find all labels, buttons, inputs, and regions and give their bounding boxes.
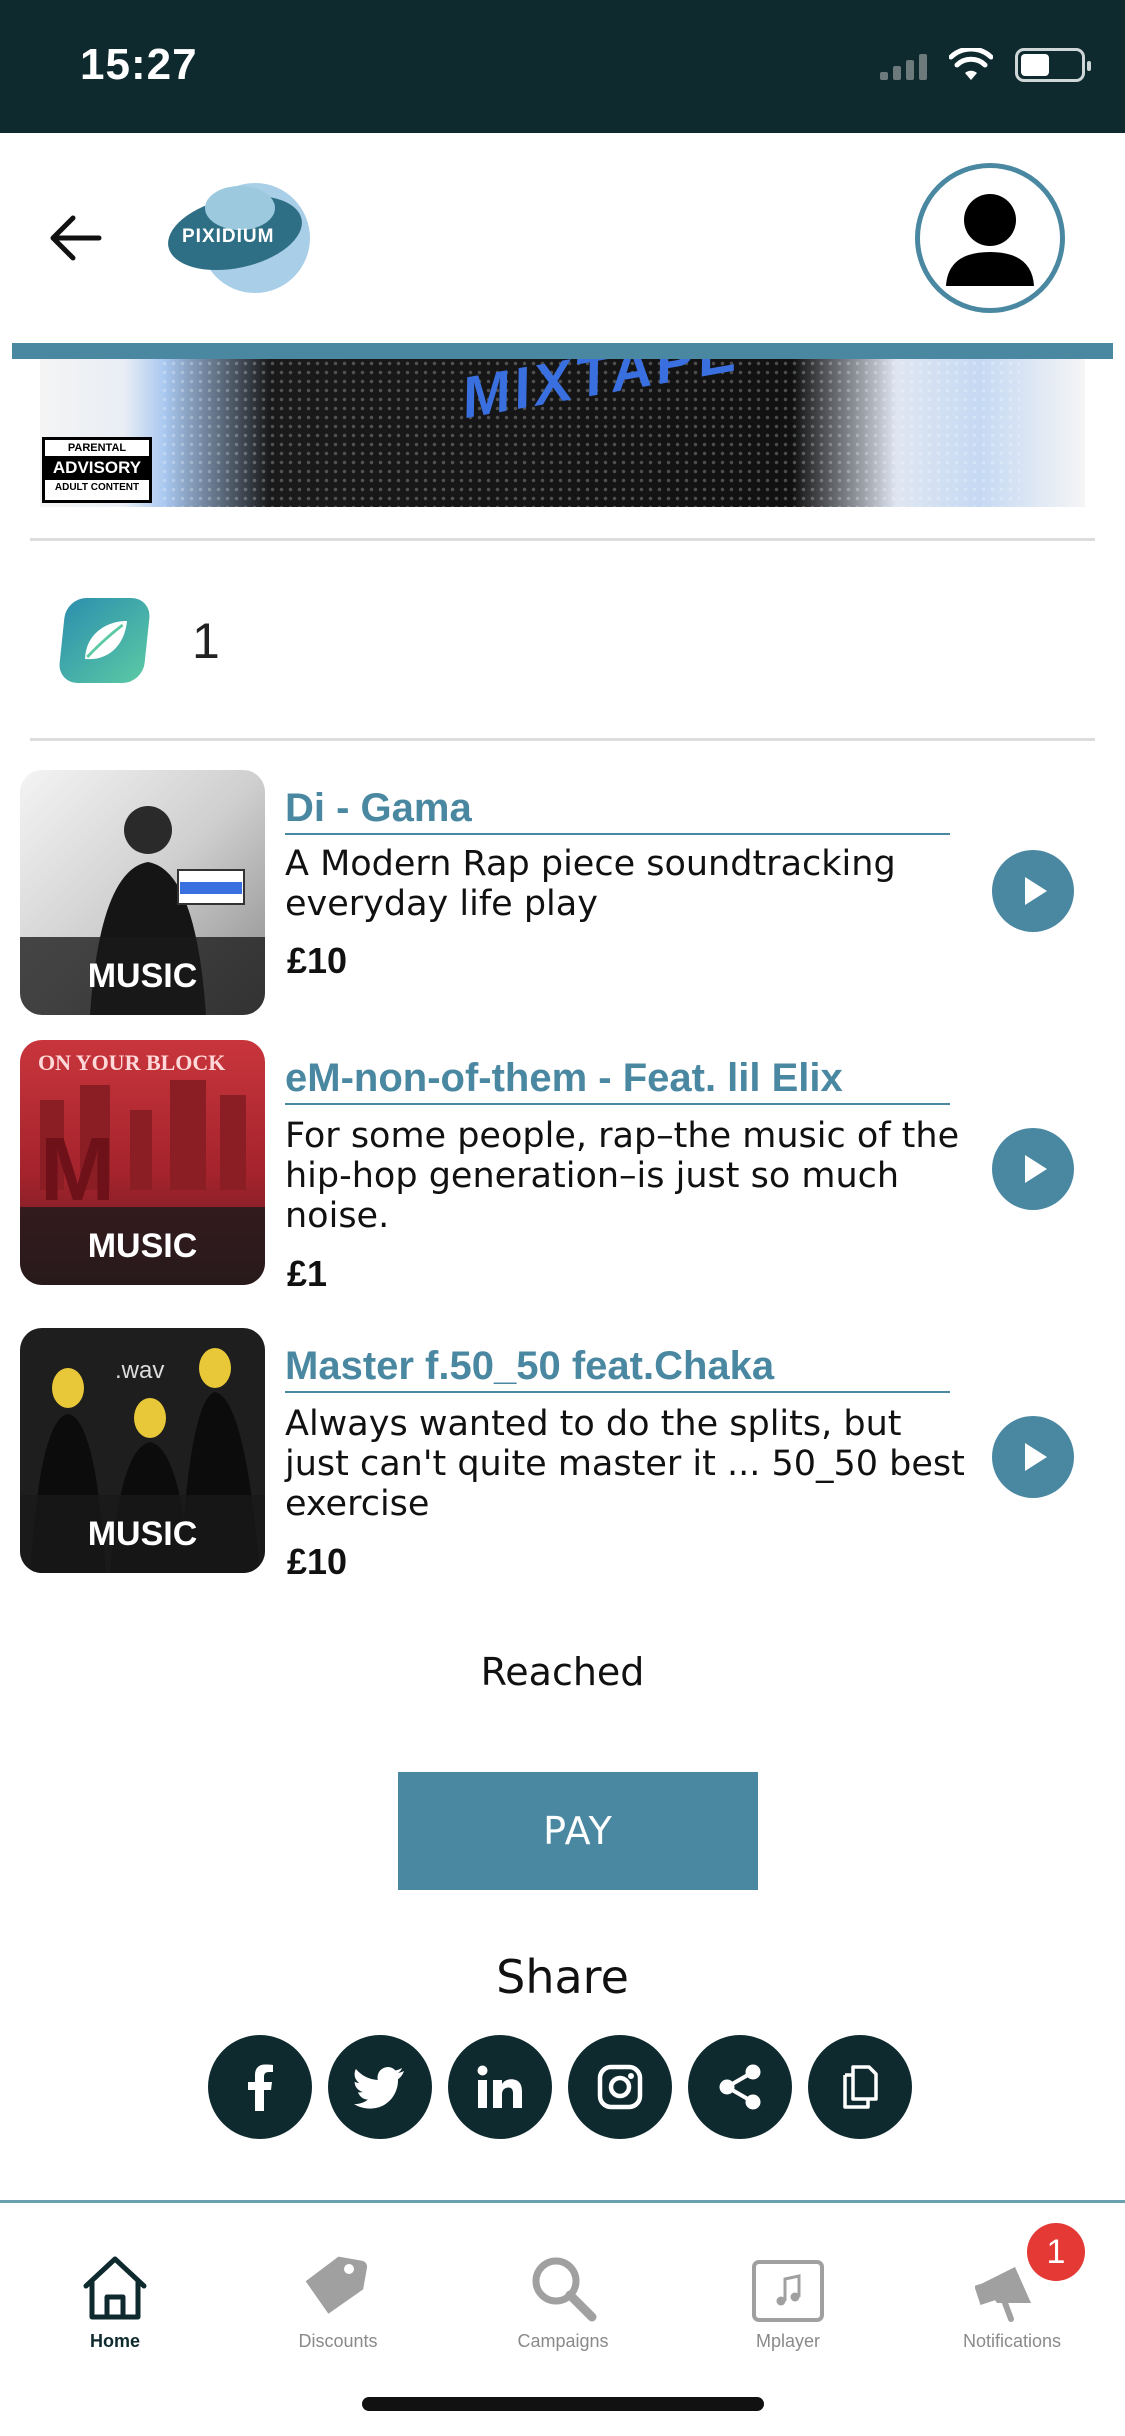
nav-label: Notifications — [962, 2331, 1062, 2351]
nav-item-notifications[interactable]: 1 Notifications — [922, 2223, 1102, 2352]
track-cover-image[interactable]: MUSIC — [20, 770, 265, 1015]
battery-icon — [1015, 48, 1091, 82]
track-price: £10 — [287, 940, 348, 981]
share-icon — [719, 2064, 761, 2110]
app-header: PIXIDIUM — [0, 133, 1125, 343]
track-title[interactable]: eM-non-of-them - Feat. lil Elix — [285, 1056, 950, 1105]
divider — [30, 738, 1095, 741]
status-bar: 15:27 — [0, 0, 1125, 133]
track-cover-image[interactable]: .wav MUSIC — [20, 1328, 265, 1573]
back-button[interactable] — [40, 203, 110, 273]
svg-text:ON YOUR BLOCK: ON YOUR BLOCK — [38, 1050, 225, 1075]
play-button[interactable] — [992, 1128, 1074, 1210]
generic-share-button[interactable] — [688, 2035, 792, 2139]
wifi-icon — [949, 48, 993, 80]
cover-banner-image: MIXTAPE PARENTAL ADVISORY ADULT CONTENT — [40, 359, 1085, 507]
pixidium-logo: PIXIDIUM — [160, 178, 320, 298]
svg-text:M: M — [40, 1120, 115, 1220]
nav-item-home[interactable]: Home — [25, 2243, 205, 2352]
arrow-left-icon — [50, 215, 102, 261]
leaf-count: 1 — [192, 612, 220, 669]
cellular-signal-icon — [880, 50, 927, 80]
profile-avatar-button[interactable] — [915, 163, 1065, 313]
linkedin-share-button[interactable] — [448, 2035, 552, 2139]
track-price: £10 — [287, 1541, 348, 1582]
header-accent-bar — [12, 343, 1113, 359]
nav-item-campaigns[interactable]: Campaigns — [473, 2243, 653, 2352]
share-title: Share — [496, 1950, 629, 2004]
play-button[interactable] — [992, 1416, 1074, 1498]
track-price: £1 — [287, 1253, 328, 1294]
track-description: For some people, rap–the music of the hi… — [285, 1116, 960, 1236]
copy-icon — [843, 2065, 878, 2109]
nav-label: Campaigns — [517, 2331, 609, 2351]
track-type-badge: MUSIC — [20, 1207, 265, 1285]
play-icon — [1025, 1443, 1047, 1471]
nav-label: Mplayer — [755, 2331, 821, 2351]
share-buttons — [208, 2035, 912, 2139]
twitter-share-button[interactable] — [328, 2035, 432, 2139]
track-title[interactable]: Di - Gama — [285, 786, 950, 835]
svg-text:.wav: .wav — [115, 1357, 164, 1384]
track-cover-image[interactable]: ON YOUR BLOCK M MUSIC — [20, 1040, 265, 1285]
home-indicator — [362, 2397, 764, 2411]
pay-button[interactable]: PAY — [398, 1772, 758, 1890]
track-description: A Modern Rap piece soundtracking everyda… — [285, 844, 896, 924]
linkedin-icon — [477, 2065, 522, 2108]
track-description: Always wanted to do the splits, but just… — [285, 1404, 965, 1524]
play-button[interactable] — [992, 850, 1074, 932]
tag-icon — [305, 2256, 367, 2314]
twitter-icon — [354, 2067, 404, 2109]
track-type-badge: MUSIC — [20, 1495, 265, 1573]
parental-advisory-logo: PARENTAL ADVISORY ADULT CONTENT — [42, 437, 152, 503]
facebook-icon — [248, 2064, 273, 2111]
home-icon — [83, 2256, 147, 2320]
instagram-icon — [597, 2064, 643, 2110]
status-icons — [880, 48, 1091, 82]
facebook-share-button[interactable] — [208, 2035, 312, 2139]
notification-count-badge: 1 — [1027, 2223, 1085, 2281]
logo-text: PIXIDIUM — [182, 226, 275, 247]
play-icon — [1025, 877, 1047, 905]
status-time: 15:27 — [80, 40, 198, 89]
leaf-count-row: 1 — [57, 598, 220, 683]
reached-label: Reached — [480, 1650, 645, 1694]
nav-item-mplayer[interactable]: Mplayer — [698, 2243, 878, 2352]
play-icon — [1025, 1155, 1047, 1183]
nav-label: Discounts — [298, 2331, 378, 2351]
track-type-badge: MUSIC — [20, 937, 265, 1015]
nav-item-discounts[interactable]: Discounts — [248, 2243, 428, 2352]
nav-label: Home — [89, 2331, 140, 2351]
divider — [30, 538, 1095, 541]
copy-link-button[interactable] — [808, 2035, 912, 2139]
user-icon — [946, 194, 1034, 286]
leaf-icon — [57, 598, 152, 683]
music-icon — [752, 2260, 824, 2322]
track-title[interactable]: Master f.50_50 feat.Chaka — [285, 1344, 950, 1393]
instagram-share-button[interactable] — [568, 2035, 672, 2139]
search-icon — [532, 2257, 597, 2322]
